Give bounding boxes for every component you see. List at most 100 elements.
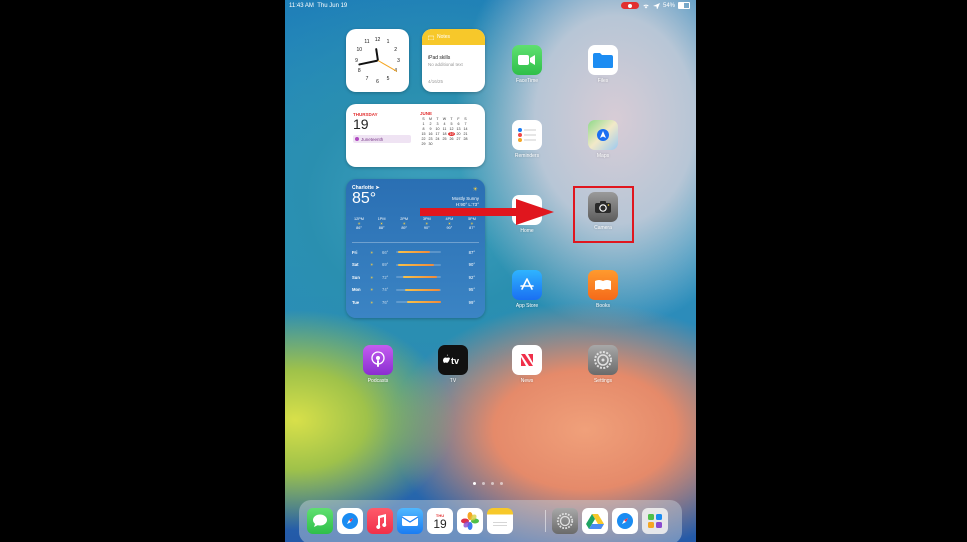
calendar-weekday-letter: S [422,117,425,121]
app-news[interactable]: News [507,345,547,384]
dock-separator [545,510,546,532]
calendar-day-cell: 7 [464,122,467,126]
calendar-widget[interactable]: THURSDAY 19 Juneteenth JUNE SMTWTFS12345… [346,104,485,167]
calendar-day-cell: 25 [442,137,447,141]
clock-face: 121234567891011 [350,33,405,88]
weather-temp-range-bar [396,301,441,304]
google-drive-icon[interactable] [582,508,608,534]
weather-hour: 1PM ☀ 88° [373,217,391,230]
weather-day-high: 95° [468,287,475,293]
status-clock: 11:43 AM [289,3,314,9]
calendar-day-cell: 22 [421,137,426,141]
clock-number: 8 [357,68,361,74]
page-dot [500,482,503,485]
photos-icon[interactable] [457,508,483,534]
app-facetime[interactable]: FaceTime [507,45,547,84]
app-files[interactable]: Files [583,45,623,84]
calendar-day-cell: 8 [422,127,425,131]
weather-temp-range-bar [396,263,441,266]
weather-day-high: 99° [468,299,475,305]
weather-day-high: 87° [468,249,475,255]
calendar-day-cell: 21 [463,132,468,136]
messages-icon[interactable] [307,508,333,534]
clock-number: 11 [364,39,370,46]
note-date: 4/16/25 [428,79,444,84]
app-books[interactable]: Books [583,270,623,309]
weather-day-name: Fri [352,249,358,255]
calendar-day-cell: 19 [448,132,455,136]
ipad-screen: 11:43 AM Thu Jun 19 54% 121234567891011 … [285,0,696,542]
settings-gear-icon [588,345,618,375]
weather-hour: 2PM ☀ 89° [395,217,413,230]
notes-dock-icon[interactable] [487,508,513,534]
clock-number: 2 [394,47,398,53]
weather-day-low: 69° [382,262,389,268]
calendar-day-cell: 6 [457,122,460,126]
calendar-month: JUNE [420,111,433,116]
weather-temp: 85° [352,190,377,207]
app-library-icon[interactable] [642,508,668,534]
weather-day-name: Sat [352,262,359,268]
app-settings[interactable]: Settings [583,345,623,384]
status-bar: 11:43 AM Thu Jun 19 54% [285,0,696,12]
app-tv[interactable]: tv TV [433,345,473,384]
calendar-day-cell: 20 [456,132,461,136]
news-label: News [520,378,534,384]
clock-number: 6 [376,78,379,85]
weather-day-name: Sun [352,274,360,280]
safari-recent-icon[interactable] [612,508,638,534]
maps-label: Maps [596,153,610,159]
weather-day-low: 66° [382,249,389,255]
facetime-label: FaceTime [515,78,539,84]
calendar-dock-icon[interactable]: THU 19 [427,508,453,534]
status-indicators: 54% [620,2,690,9]
clock-number: 7 [365,75,369,82]
sun-icon: ☀ [370,287,374,293]
weather-day-low: 72° [382,274,389,280]
screen-recording-icon[interactable] [620,2,639,9]
calendar-weekday-letter: S [464,117,467,121]
weather-hour: 12PM ☀ 86° [350,217,368,230]
calendar-day-cell: 29 [421,142,426,146]
weather-hour-temp: 90° [423,226,430,230]
notes-widget[interactable]: Notes iPad skills No additional text 4/1… [422,29,485,92]
clock-number: 5 [386,75,390,82]
calendar-event-label: Juneteenth [361,136,384,142]
weather-daily: Fri ☀ 66° 87° Sat ☀ 69° 90° Sun ☀ 72° 92° Mon ☀ 74° 95°… [352,246,479,309]
calendar-weekday-letter: W [442,117,447,121]
hour-hand [374,47,379,61]
calendar-day-cell: 23 [428,137,433,141]
safari-icon[interactable] [337,508,363,534]
clock-number: 10 [356,47,363,53]
app-store-label: App Store [515,303,539,309]
files-icon [588,45,618,75]
weather-temp-range-bar [396,288,441,291]
app-maps[interactable]: Maps [583,120,623,159]
clock-widget[interactable]: 121234567891011 [346,29,409,92]
app-app-store[interactable]: App Store [507,270,547,309]
calendar-weekday-letter: T [450,117,453,121]
calendar-weekday-letter: F [457,117,460,121]
app-podcasts[interactable]: Podcasts [358,345,398,384]
music-icon[interactable] [367,508,393,534]
weather-temp-range-bar [396,276,441,279]
camera-highlight-box [573,186,634,243]
calendar-day-cell: 30 [428,142,433,146]
calendar-day-cell: 17 [435,132,440,136]
notes-header: Notes [422,29,485,45]
calendar-day-cell: 2 [429,122,432,126]
app-reminders[interactable]: Reminders [507,120,547,159]
settings-dock-icon[interactable] [552,508,578,534]
calendar-day-cell: 5 [450,122,453,126]
weather-hour-temp: 90° [446,226,453,230]
page-dot [482,482,485,485]
page-indicator[interactable] [473,482,503,485]
sun-icon: ☀ [472,187,478,193]
calendar-day-cell: 11 [442,127,447,131]
calendar-day-cell: 9 [429,127,432,131]
mail-icon[interactable] [397,508,423,534]
event-dot-icon [355,137,359,141]
calendar-day-cell: 15 [421,132,426,136]
red-arrow-icon [420,199,554,225]
weather-hour-temp: 87° [469,226,475,230]
